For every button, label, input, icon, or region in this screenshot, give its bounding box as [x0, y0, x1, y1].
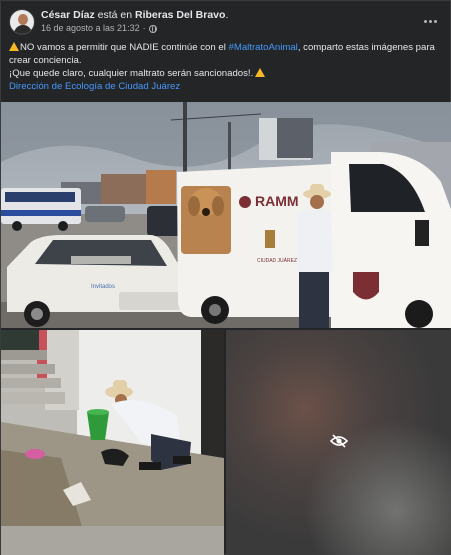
location-suffix: .	[225, 9, 229, 21]
post-meta: César Díaz está en Riberas Del Bravo. 16…	[41, 9, 412, 35]
page-mention-link[interactable]: Dirección de Ecología de Ciudad Juárez	[9, 81, 180, 92]
hashtag-link[interactable]: #MaltratoAnimal	[229, 42, 298, 53]
van-scene-image: RAMM CIUDAD JUÁREZ Invitados	[1, 102, 451, 328]
photo-man-kneeling[interactable]	[1, 330, 224, 555]
location-name[interactable]: Riberas Del Bravo	[135, 9, 225, 21]
van-sub-text: CIUDAD JUÁREZ	[257, 257, 297, 264]
post-header: César Díaz está en Riberas Del Bravo. 16…	[9, 7, 442, 37]
photo-van-scene[interactable]: RAMM CIUDAD JUÁREZ Invitados	[1, 102, 451, 328]
facebook-post: César Díaz está en Riberas Del Bravo. 16…	[0, 0, 451, 555]
meta-separator: ·	[142, 23, 146, 33]
warning-icon	[255, 68, 266, 77]
windshield-text: Invitados	[91, 284, 115, 290]
eye-slash-icon[interactable]	[329, 434, 349, 448]
post-text-line1a: NO vamos a permitir que NADIE continúe c…	[20, 42, 229, 53]
post-timestamp[interactable]: 16 de agosto a las 21:32	[41, 22, 140, 35]
location-connector: está en	[94, 9, 135, 21]
globe-icon	[148, 24, 157, 33]
post-text: NO vamos a permitir que NADIE continúe c…	[9, 41, 442, 93]
warning-icon	[9, 42, 19, 51]
photo-grid: RAMM CIUDAD JUÁREZ Invitados	[1, 102, 451, 555]
author-avatar[interactable]	[9, 9, 35, 35]
more-options-icon[interactable]	[420, 13, 440, 29]
van-logo-text: RAMM	[255, 193, 299, 209]
post-text-line2: ¡Que quede claro, cualquier maltrato ser…	[9, 68, 254, 79]
kneeling-man-image	[1, 330, 224, 555]
author-name[interactable]: César Díaz	[41, 9, 95, 21]
photo-sensitive-blurred[interactable]	[226, 330, 451, 555]
